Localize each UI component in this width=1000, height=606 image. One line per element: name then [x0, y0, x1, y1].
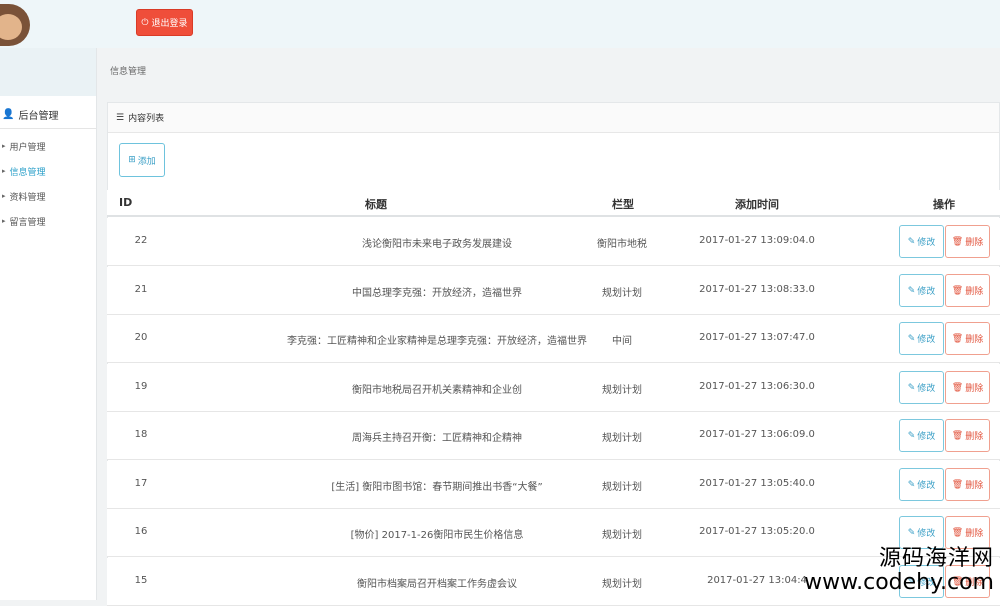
chevron-right-icon: ▸ — [2, 192, 6, 200]
col-id: ID — [119, 196, 133, 209]
col-title: 标题 — [365, 198, 387, 211]
edit-button[interactable]: ✎ 修改 — [899, 468, 944, 501]
trash-icon: 🗑 — [951, 479, 964, 490]
trash-icon: 🗑 — [951, 430, 964, 441]
edit-icon: ✎ — [907, 382, 916, 393]
table-row: 19 衡阳市地税局召开机关素精神和企业创 规划计划 2017-01-27 13:06:… — [107, 364, 1000, 412]
sidebar-title: 后台管理 — [18, 111, 59, 122]
delete-button[interactable]: 🗑 删除 — [945, 468, 990, 501]
watermark-line1: 源码海洋网 — [878, 545, 994, 571]
breadcrumb: 信息管理 — [110, 67, 147, 77]
cell-type: 规划计划 — [602, 385, 642, 396]
sidebar-item-info[interactable]: ▸ 信息管理 — [2, 161, 94, 181]
cell-time: 2017-01-27 13:05:20.0 — [699, 526, 815, 537]
cell-id: 18 — [134, 429, 148, 440]
cell-id: 16 — [134, 526, 148, 537]
table-row: 21 中国总理李克强：开放经济，造福世界 规划计划 2017-01-27 13:08:… — [107, 267, 1000, 315]
edit-button[interactable]: ✎ 修改 — [899, 322, 944, 355]
trash-icon: 🗑 — [951, 527, 964, 538]
cell-id: 20 — [134, 332, 148, 343]
logout-label: 退出登录 — [151, 19, 188, 29]
watermark-line2: www.codehy.com — [804, 569, 994, 595]
edit-button[interactable]: ✎ 修改 — [899, 371, 944, 404]
user-icon: 👤 — [2, 109, 15, 120]
trash-icon: 🗑 — [951, 236, 964, 247]
chevron-right-icon: ▸ — [2, 142, 6, 150]
edit-button[interactable]: ✎ 修改 — [899, 274, 944, 307]
delete-button[interactable]: 🗑 删除 — [945, 225, 990, 258]
table-row: 18 周海兵主持召开衡：工匠精神和企精神 规划计划 2017-01-27 13:06:… — [107, 412, 1000, 460]
cell-time: 2017-01-27 13:08:33.0 — [699, 284, 815, 295]
col-type: 栏型 — [612, 198, 634, 211]
delete-button[interactable]: 🗑 删除 — [945, 419, 990, 452]
edit-icon: ✎ — [907, 430, 916, 441]
add-button[interactable]: ⊞ 添加 — [119, 143, 165, 177]
avatar[interactable] — [0, 4, 30, 46]
delete-button[interactable]: 🗑 删除 — [945, 516, 990, 549]
list-icon: ☰ — [116, 112, 125, 123]
cell-type: 规划计划 — [602, 288, 642, 299]
edit-button[interactable]: ✎ 修改 — [899, 516, 944, 549]
cell-type: 中间 — [612, 336, 632, 347]
sidebar-item-messages[interactable]: ▸ 留言管理 — [2, 211, 94, 231]
table-row: 17 [生活] 衡阳市图书馆：春节期间推出书香“大餐” 规划计划 2017-01-27… — [107, 461, 1000, 509]
cell-time: 2017-01-27 13:05:40.0 — [699, 478, 815, 489]
cell-type: 规划计划 — [602, 530, 642, 541]
delete-button[interactable]: 🗑 删除 — [945, 371, 990, 404]
trash-icon: 🗑 — [951, 285, 964, 296]
edit-icon: ✎ — [907, 333, 916, 344]
col-time: 添加时间 — [735, 198, 779, 211]
edit-icon: ✎ — [907, 479, 916, 490]
logout-button[interactable]: ⏻ 退出登录 — [136, 9, 193, 36]
delete-button[interactable]: 🗑 删除 — [945, 274, 990, 307]
cell-time: 2017-01-27 13:06:09.0 — [699, 429, 815, 440]
col-actions: 操作 — [933, 198, 955, 211]
delete-button[interactable]: 🗑 删除 — [945, 322, 990, 355]
cell-id: 19 — [134, 381, 148, 392]
cell-id: 15 — [134, 575, 148, 586]
cell-id: 22 — [134, 235, 148, 246]
sidebar: 👤 后台管理 ▸ 用户管理 ▸ 信息管理 ▸ 资料管理 ▸ 留言管理 — [0, 48, 97, 600]
watermark: 源码海洋网 www.codehy.com — [804, 545, 994, 595]
edit-icon: ✎ — [907, 527, 916, 538]
sidebar-header[interactable]: 👤 后台管理 — [0, 101, 96, 129]
cell-time: 2017-01-27 13:06:30.0 — [699, 381, 815, 392]
table-row: 20 李克强：工匠精神和企业家精神是总理李克强：开放经济，造福世界 中间 2017-0… — [107, 315, 1000, 363]
top-bar: ⏻ 退出登录 — [0, 0, 1000, 48]
edit-button[interactable]: ✎ 修改 — [899, 419, 944, 452]
edit-button[interactable]: ✎ 修改 — [899, 225, 944, 258]
cell-type: 规划计划 — [602, 579, 642, 590]
table-header: ID 标题 栏型 添加时间 操作 — [107, 190, 1000, 217]
cell-time: 2017-01-27 13:07:47.0 — [699, 332, 815, 343]
cell-type: 规划计划 — [602, 433, 642, 444]
sidebar-item-users[interactable]: ▸ 用户管理 — [2, 136, 94, 156]
chevron-right-icon: ▸ — [2, 217, 6, 225]
table-row: 22 浅论衡阳市未来电子政务发展建设 衡阳市地税 2017-01-27 13:09:0… — [107, 218, 1000, 266]
cell-id: 21 — [134, 284, 148, 295]
trash-icon: 🗑 — [951, 382, 964, 393]
sidebar-item-materials[interactable]: ▸ 资料管理 — [2, 186, 94, 206]
chevron-right-icon: ▸ — [2, 167, 6, 175]
trash-icon: 🗑 — [951, 333, 964, 344]
panel-header: ☰ 内容列表 — [108, 103, 999, 133]
cell-id: 17 — [134, 478, 148, 489]
edit-icon: ✎ — [907, 236, 916, 247]
cell-type: 规划计划 — [602, 482, 642, 493]
panel-title: 内容列表 — [128, 114, 165, 124]
plus-square-icon: ⊞ — [128, 155, 136, 165]
cell-type: 衡阳市地税 — [597, 239, 647, 250]
cell-time: 2017-01-27 13:09:04.0 — [699, 235, 815, 246]
power-icon: ⏻ — [141, 17, 149, 28]
edit-icon: ✎ — [907, 285, 916, 296]
